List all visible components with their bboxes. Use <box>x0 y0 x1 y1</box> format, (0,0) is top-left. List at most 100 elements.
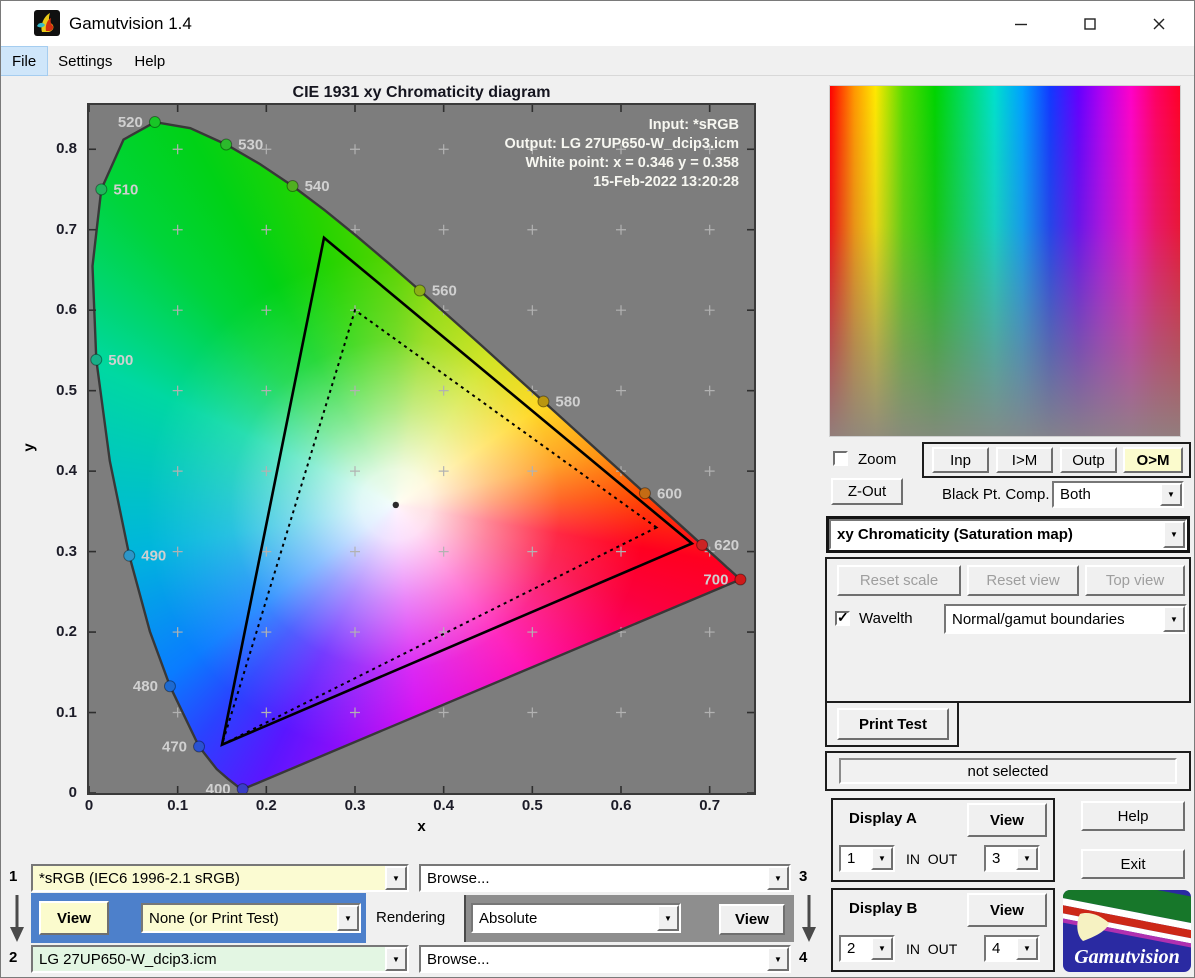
display-b-in-select[interactable]: 2 ▼ <box>839 935 895 962</box>
wavelength-label-620: 620 <box>714 537 739 554</box>
browse-top-select[interactable]: Browse... ▼ <box>419 864 791 892</box>
top-view-button[interactable]: Top view <box>1085 565 1185 596</box>
x-axis-tick-labels: 0 0.1 0.2 0.3 0.4 0.5 0.6 0.7 <box>85 797 754 817</box>
print-test-button[interactable]: Print Test <box>837 708 949 740</box>
down-arrow-icon-right <box>802 895 816 942</box>
grid-mark <box>350 707 360 718</box>
chevron-down-icon[interactable]: ▼ <box>1163 521 1185 548</box>
display-a-out-select[interactable]: 3 ▼ <box>984 845 1040 872</box>
chevron-down-icon[interactable]: ▼ <box>385 866 407 890</box>
output-profile-select[interactable]: LG 27UP650-W_dcip3.icm ▼ <box>31 945 409 973</box>
grid-mark <box>616 385 626 396</box>
view-right-button[interactable]: View <box>719 904 785 935</box>
maximize-button[interactable] <box>1065 1 1115 46</box>
y-tick-label: 0.3 <box>56 542 77 560</box>
y-tick-label: 0.4 <box>56 462 77 480</box>
display-a-in-select[interactable]: 1 ▼ <box>839 845 895 872</box>
chevron-down-icon[interactable]: ▼ <box>1016 937 1038 960</box>
wavelength-dot-520 <box>148 116 161 129</box>
grid-mark <box>616 707 626 718</box>
inp-button[interactable]: Inp <box>932 447 989 473</box>
y-tick-label: 0.7 <box>56 220 77 238</box>
chevron-down-icon[interactable]: ▼ <box>767 866 789 890</box>
z-out-button[interactable]: Z-Out <box>831 478 903 505</box>
reset-view-button[interactable]: Reset view <box>967 565 1079 596</box>
chevron-down-icon[interactable]: ▼ <box>871 847 893 870</box>
chevron-down-icon[interactable]: ▼ <box>871 937 893 960</box>
exit-button[interactable]: Exit <box>1081 849 1185 879</box>
minimize-button[interactable] <box>996 1 1046 46</box>
menu-file[interactable]: File <box>1 46 49 76</box>
input-gamut-sRGB <box>220 308 659 747</box>
grid-mark <box>438 385 449 396</box>
wavelength-label-700: 700 <box>703 572 728 589</box>
outp-button[interactable]: Outp <box>1060 447 1117 473</box>
rendering-intent-select[interactable]: Absolute ▼ <box>471 903 681 933</box>
chevron-down-icon[interactable]: ▼ <box>767 947 789 971</box>
grid-mark <box>704 305 715 316</box>
print-test-select-value: None (or Print Test) <box>149 909 279 927</box>
black-pt-comp-select[interactable]: Both ▼ <box>1052 481 1184 508</box>
browse-bottom-select[interactable]: Browse... ▼ <box>419 945 791 973</box>
o-to-m-button[interactable]: O>M <box>1123 447 1183 473</box>
help-button[interactable]: Help <box>1081 801 1185 831</box>
wavelength-dot-400 <box>236 783 249 793</box>
grid-mark <box>704 224 715 235</box>
grid-mark <box>261 707 272 718</box>
y-tick-label: 0.6 <box>56 301 77 319</box>
input-profile-select[interactable]: *sRGB (IEC6 1996-2.1 sRGB) ▼ <box>31 864 409 892</box>
app-icon <box>34 10 60 36</box>
window-title: Gamutvision 1.4 <box>69 13 192 33</box>
display-a-inout-label: IN OUT <box>906 851 958 867</box>
wavelength-dot-600 <box>638 487 651 500</box>
wavelength-dot-580 <box>537 395 550 408</box>
wavelength-dot-560 <box>413 284 426 297</box>
saturation-map-image <box>829 85 1181 437</box>
plot-annotation-line: 15-Feb-2022 13:20:28 <box>593 174 739 190</box>
zoom-checkbox[interactable] <box>833 451 848 466</box>
menu-help[interactable]: Help <box>123 47 176 75</box>
chevron-down-icon[interactable]: ▼ <box>337 905 359 931</box>
display-b-view-button[interactable]: View <box>967 893 1047 927</box>
display-b-out-select[interactable]: 4 ▼ <box>984 935 1040 962</box>
grid-mark <box>172 305 183 316</box>
reset-scale-button[interactable]: Reset scale <box>837 565 961 596</box>
grid-mark <box>527 546 538 557</box>
chevron-down-icon[interactable]: ▼ <box>1016 847 1038 870</box>
i-to-m-button[interactable]: I>M <box>996 447 1053 473</box>
close-button[interactable] <box>1134 1 1184 46</box>
input-profile-value: *sRGB (IEC6 1996-2.1 sRGB) <box>39 869 240 887</box>
logo-text: Gamutvision <box>1074 946 1180 968</box>
rendering-label: Rendering <box>376 909 446 926</box>
chevron-down-icon[interactable]: ▼ <box>1160 483 1182 506</box>
grid-mark <box>438 627 449 638</box>
grid-mark <box>350 385 360 396</box>
view-mode-select[interactable]: xy Chromaticity (Saturation map) ▼ <box>829 519 1187 550</box>
print-test-select[interactable]: None (or Print Test) ▼ <box>141 903 361 933</box>
chevron-down-icon[interactable]: ▼ <box>1163 606 1185 632</box>
row-3-number: 3 <box>799 868 808 885</box>
grid-mark <box>704 707 715 718</box>
close-icon <box>1153 18 1165 29</box>
wavelth-checkbox[interactable] <box>835 609 850 626</box>
y-tick-label: 0.2 <box>56 623 77 641</box>
down-arrow-icon-left <box>10 895 24 942</box>
zoom-checkbox-label: Zoom <box>858 451 897 468</box>
chromaticity-plot[interactable]: 400 470 480 490 500 510 520 530 540 560 580 600 620 7… <box>89 105 754 793</box>
grid-mark <box>438 466 449 477</box>
wavelength-label-520: 520 <box>118 114 143 131</box>
x-tick-label: 0.4 <box>433 797 455 814</box>
menu-settings[interactable]: Settings <box>47 47 123 75</box>
boundaries-select[interactable]: Normal/gamut boundaries ▼ <box>944 604 1187 634</box>
grid-mark <box>527 305 538 316</box>
chevron-down-icon[interactable]: ▼ <box>657 905 679 931</box>
wavelength-dot-490 <box>123 549 136 562</box>
wavelength-dot-540 <box>286 180 299 193</box>
plot-annotation-line: Output: LG 27UP650-W_dcip3.icm <box>505 136 739 152</box>
boundaries-value: Normal/gamut boundaries <box>952 610 1125 628</box>
chevron-down-icon[interactable]: ▼ <box>385 947 407 971</box>
grid-mark <box>527 627 538 638</box>
view-left-button[interactable]: View <box>39 901 109 935</box>
display-a-view-button[interactable]: View <box>967 803 1047 837</box>
wavelength-label-530: 530 <box>238 137 263 154</box>
